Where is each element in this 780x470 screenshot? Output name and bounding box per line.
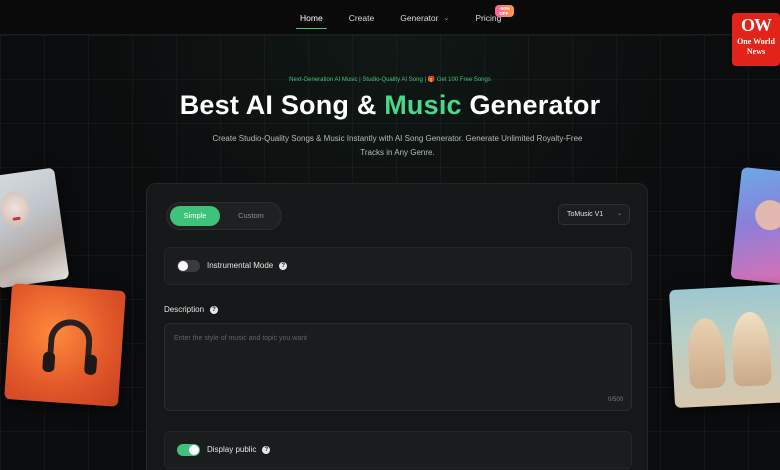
description-label: Description? bbox=[164, 305, 219, 314]
nav-item-label: Home bbox=[300, 12, 323, 23]
description-label-text: Description bbox=[164, 305, 205, 314]
page-title: Best AI Song & Music Generator bbox=[0, 90, 780, 121]
toggle-knob bbox=[189, 445, 199, 455]
logo-text-line-1: One World bbox=[737, 37, 775, 46]
nav-item-create[interactable]: Create bbox=[349, 0, 375, 35]
description-placeholder: Enter the style of music and topic you w… bbox=[174, 335, 308, 342]
mode-custom-tab[interactable]: Custom bbox=[225, 206, 277, 226]
discount-badge: -50% OFF bbox=[495, 5, 514, 17]
title-part-2: Generator bbox=[461, 90, 601, 120]
character-counter: 0/500 bbox=[607, 397, 623, 403]
instrumental-mode-text: Instrumental Mode bbox=[207, 261, 274, 270]
model-select[interactable]: ToMusic V1 ⌄ bbox=[558, 204, 630, 225]
title-accent-word: Music bbox=[384, 90, 462, 120]
hero-subtitle: Create Studio-Quality Songs & Music Inst… bbox=[212, 134, 583, 157]
toggle-knob bbox=[178, 261, 188, 271]
instrumental-mode-row: Instrumental Mode? bbox=[164, 247, 632, 285]
headphones-art-image bbox=[4, 283, 126, 407]
page: Home Create Generator ⌄ Pricing -50% OFF… bbox=[0, 0, 780, 470]
nav-item-home[interactable]: Home bbox=[296, 0, 327, 35]
description-textarea[interactable]: Enter the style of music and topic you w… bbox=[164, 323, 632, 411]
chevron-down-icon: ⌄ bbox=[443, 14, 450, 22]
mode-toggle: Simple Custom bbox=[166, 202, 282, 230]
display-public-row: Display public? bbox=[164, 431, 632, 469]
instrumental-mode-toggle[interactable] bbox=[177, 260, 200, 272]
hero-tagline: Next-Generation AI Music | Studio-Qualit… bbox=[289, 77, 491, 83]
ow-logo-icon: OW bbox=[740, 15, 772, 35]
model-select-value: ToMusic V1 bbox=[567, 211, 604, 218]
nav-item-label: Create bbox=[348, 12, 375, 23]
display-public-text: Display public bbox=[207, 445, 257, 454]
nav-item-generator[interactable]: Generator ⌄ bbox=[400, 0, 449, 35]
one-world-news-logo: OW One World News bbox=[732, 13, 780, 66]
title-part-1: Best AI Song & bbox=[179, 90, 385, 120]
logo-text-line-2: News bbox=[746, 47, 766, 56]
top-navigation-bar: Home Create Generator ⌄ Pricing -50% OFF bbox=[0, 0, 780, 35]
nav-item-pricing[interactable]: Pricing -50% OFF bbox=[475, 0, 514, 35]
mode-simple-tab[interactable]: Simple bbox=[170, 206, 220, 226]
instrumental-mode-label: Instrumental Mode? bbox=[207, 260, 288, 272]
nav-item-label: Generator bbox=[400, 12, 439, 23]
help-icon[interactable]: ? bbox=[279, 261, 288, 270]
display-public-label: Display public? bbox=[207, 444, 271, 456]
song-generator-panel: Simple Custom ToMusic V1 ⌄ Instrumental … bbox=[146, 183, 648, 470]
people-photo-image bbox=[668, 283, 780, 409]
chevron-down-icon: ⌄ bbox=[616, 211, 622, 217]
main-nav: Home Create Generator ⌄ Pricing -50% OFF bbox=[296, 0, 527, 35]
help-icon[interactable]: ? bbox=[210, 305, 219, 314]
display-public-toggle[interactable] bbox=[177, 444, 200, 456]
help-icon[interactable]: ? bbox=[262, 445, 271, 454]
